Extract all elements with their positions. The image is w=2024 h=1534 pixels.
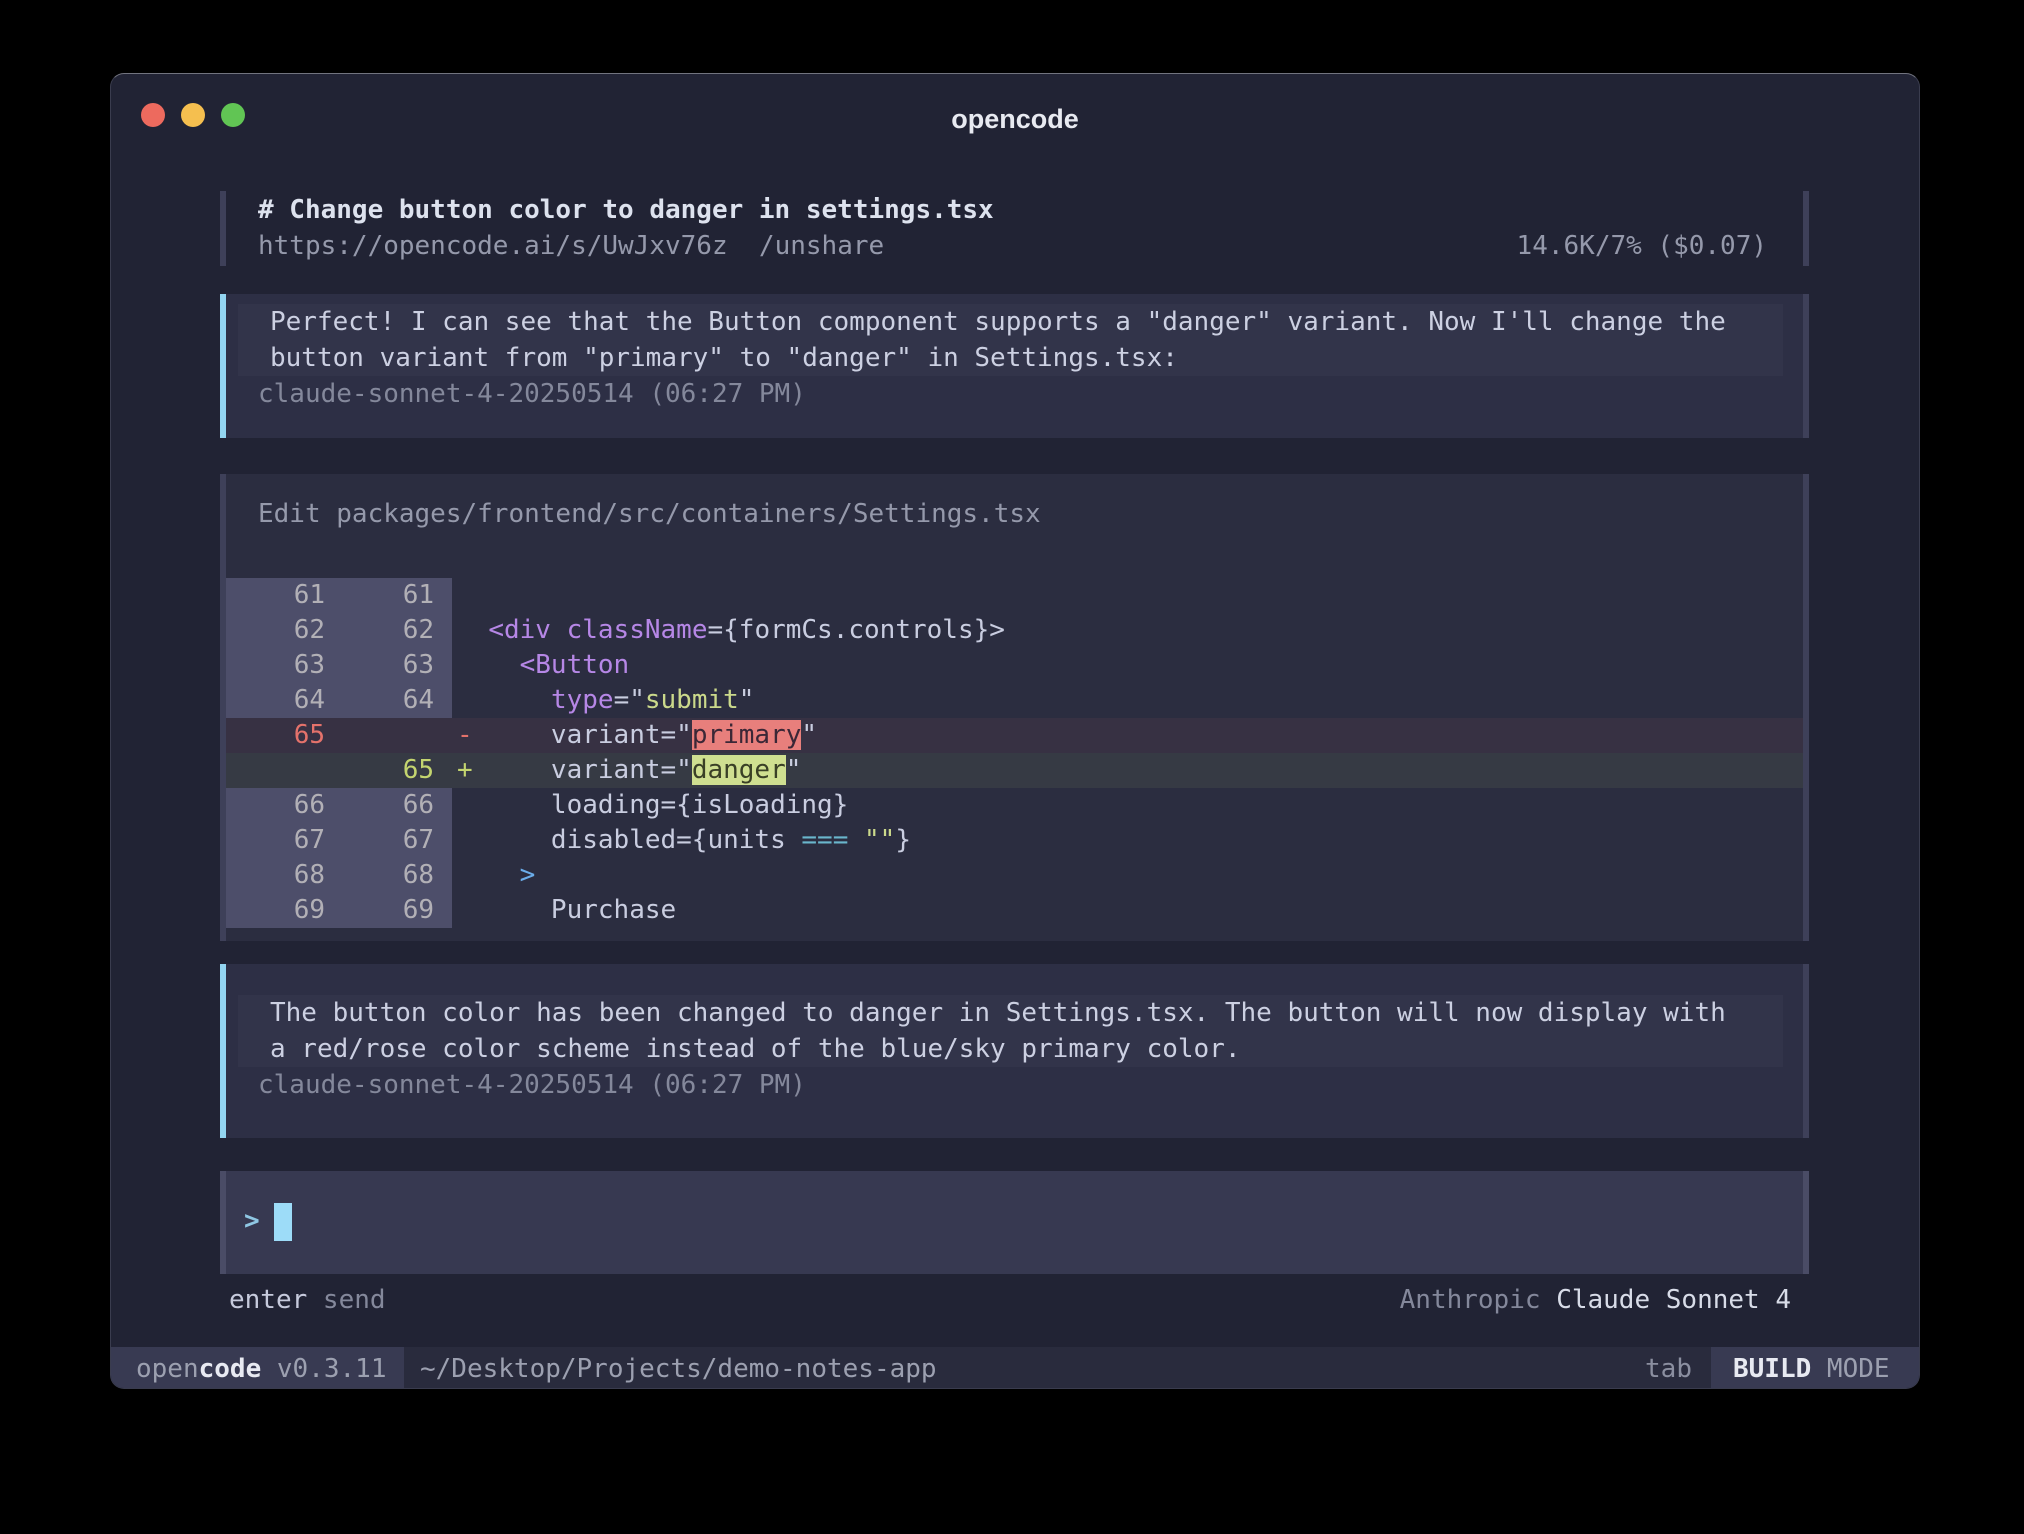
session-title: # Change button color to danger in setti… xyxy=(258,192,1767,228)
diff-marker xyxy=(457,615,488,645)
prompt-box[interactable]: > xyxy=(220,1171,1809,1274)
line-number-old: 66 xyxy=(226,788,339,823)
diff-marker xyxy=(457,860,488,890)
share-url[interactable]: https://opencode.ai/s/UwJxv76z xyxy=(258,231,728,261)
message-content: The button color has been changed to dan… xyxy=(226,995,1803,1103)
assistant-message: Perfect! I can see that the Button compo… xyxy=(220,294,1809,438)
titlebar: opencode xyxy=(111,74,1919,191)
edit-file-path: Edit packages/frontend/src/containers/Se… xyxy=(226,496,1803,532)
line-number-new: 62 xyxy=(339,613,452,648)
message-meta: claude-sonnet-4-20250514 (06:27 PM) xyxy=(226,376,1803,412)
line-number-old: 63 xyxy=(226,648,339,683)
window-title: opencode xyxy=(111,104,1919,135)
diff-marker: + xyxy=(457,755,488,785)
diff-row: 65+ variant="danger" xyxy=(226,753,1803,788)
model-name: Claude Sonnet 4 xyxy=(1556,1285,1791,1315)
message-line: The button color has been changed to dan… xyxy=(238,995,1783,1031)
model-indicator: Anthropic Claude Sonnet 4 xyxy=(1400,1282,1791,1318)
tab-hint[interactable]: tab xyxy=(1645,1354,1692,1384)
working-directory: ~/Desktop/Projects/demo-notes-app xyxy=(420,1354,937,1384)
text-cursor xyxy=(274,1203,292,1241)
unshare-command[interactable]: /unshare xyxy=(759,231,884,261)
mode-secondary: MODE xyxy=(1811,1354,1889,1384)
assistant-message: The button color has been changed to dan… xyxy=(220,964,1809,1138)
diff-row: 6161 xyxy=(226,578,1803,613)
diff-marker xyxy=(457,580,488,610)
line-number-new: 66 xyxy=(339,788,452,823)
diff-row: 65 - variant="primary" xyxy=(226,718,1803,753)
prompt-symbol: > xyxy=(244,1206,260,1236)
diff-row: 6262 <div className={formCs.controls}> xyxy=(226,613,1803,648)
line-number-old: 61 xyxy=(226,578,339,613)
app-version: v0.3.11 xyxy=(261,1354,386,1384)
app-name-open: open xyxy=(136,1354,199,1384)
mode-segment[interactable]: BUILD MODE xyxy=(1711,1347,1920,1389)
share-url-line: https://opencode.ai/s/UwJxv76z /unshare xyxy=(258,228,884,264)
line-number-new: 67 xyxy=(339,823,452,858)
message-content: Perfect! I can see that the Button compo… xyxy=(226,304,1803,412)
line-number-old: 62 xyxy=(226,613,339,648)
diff-marker xyxy=(457,895,488,925)
line-number-old: 67 xyxy=(226,823,339,858)
diff-code-line: Purchase xyxy=(452,893,1803,928)
line-number-new: 63 xyxy=(339,648,452,683)
line-number-new: 65 xyxy=(339,753,452,788)
message-line: a red/rose color scheme instead of the b… xyxy=(238,1031,1783,1067)
session-header: # Change button color to danger in setti… xyxy=(220,191,1809,266)
mode-primary: BUILD xyxy=(1733,1354,1811,1384)
token-usage-stats: 14.6K/7% ($0.07) xyxy=(1517,228,1767,264)
diff-marker xyxy=(457,650,488,680)
diff-marker xyxy=(457,790,488,820)
message-right-bar xyxy=(1803,964,1809,1138)
message-line: button variant from "primary" to "danger… xyxy=(238,340,1783,376)
prompt-input[interactable]: > xyxy=(244,1201,1803,1241)
message-line: Perfect! I can see that the Button compo… xyxy=(238,304,1783,340)
edit-tool-block: Edit packages/frontend/src/containers/Se… xyxy=(220,474,1809,941)
diff-code-line: - variant="primary" xyxy=(452,718,1803,753)
status-bar: opencode v0.3.11 ~/Desktop/Projects/demo… xyxy=(111,1347,1920,1389)
line-number-old: 64 xyxy=(226,683,339,718)
line-number-old: 68 xyxy=(226,858,339,893)
diff-row: 6868 > xyxy=(226,858,1803,893)
diff-row: 6767 disabled={units === ""} xyxy=(226,823,1803,858)
line-number-new: 68 xyxy=(339,858,452,893)
diff-rows: 6161 6262 <div className={formCs.control… xyxy=(226,578,1803,928)
provider-name: Anthropic xyxy=(1400,1285,1557,1315)
diff-row: 6666 loading={isLoading} xyxy=(226,788,1803,823)
line-number-new: 69 xyxy=(339,893,452,928)
diff-code-line: > xyxy=(452,858,1803,893)
line-number-old: 69 xyxy=(226,893,339,928)
message-meta: claude-sonnet-4-20250514 (06:27 PM) xyxy=(226,1067,1803,1103)
line-number-old xyxy=(226,753,339,788)
diff-code-line: type="submit" xyxy=(452,683,1803,718)
diff-marker xyxy=(457,685,488,715)
app-version-segment: opencode v0.3.11 xyxy=(111,1347,404,1389)
diff-code-line xyxy=(452,578,1803,613)
opencode-window: opencode # Change button color to danger… xyxy=(110,73,1920,1389)
diff-row: 6969 Purchase xyxy=(226,893,1803,928)
line-number-new xyxy=(339,718,452,753)
diff-spacer xyxy=(226,532,1803,578)
diff-code-line: loading={isLoading} xyxy=(452,788,1803,823)
prompt-right-bar xyxy=(1803,1171,1809,1274)
app-name-code: code xyxy=(199,1354,262,1384)
send-hint: enter send xyxy=(229,1282,386,1318)
message-right-bar xyxy=(1803,294,1809,438)
diff-marker: - xyxy=(457,720,488,750)
line-number-new: 64 xyxy=(339,683,452,718)
diff-code-line: <Button xyxy=(452,648,1803,683)
diff-code-line: disabled={units === ""} xyxy=(452,823,1803,858)
diff-right-bar xyxy=(1803,474,1809,941)
line-number-new: 61 xyxy=(339,578,452,613)
footer-hints: enter send Anthropic Claude Sonnet 4 xyxy=(111,1282,1920,1318)
line-number-old: 65 xyxy=(226,718,339,753)
diff-row: 6363 <Button xyxy=(226,648,1803,683)
diff-marker xyxy=(457,825,488,855)
diff-row: 6464 type="submit" xyxy=(226,683,1803,718)
diff-code-line: <div className={formCs.controls}> xyxy=(452,613,1803,648)
diff-code-line: + variant="danger" xyxy=(452,753,1803,788)
header-right-bar xyxy=(1803,191,1809,266)
